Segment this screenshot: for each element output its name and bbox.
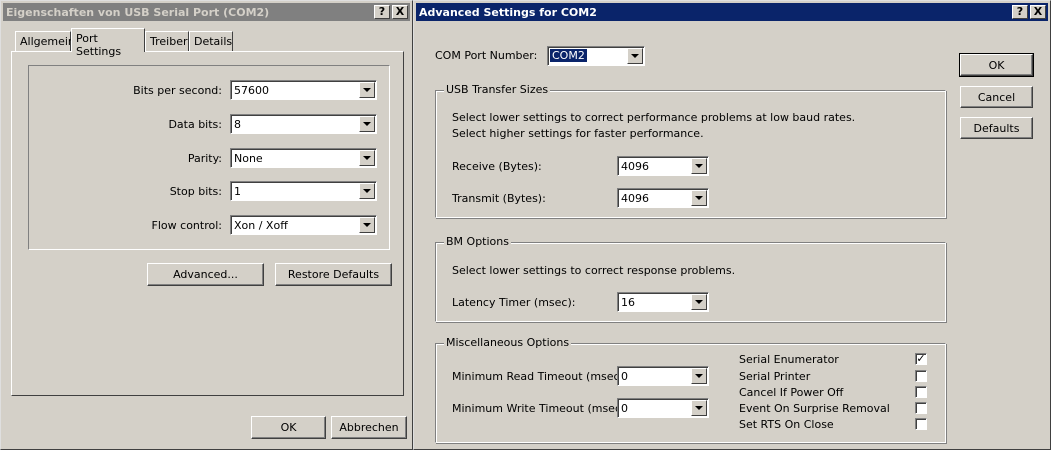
restore-defaults-button[interactable]: Restore Defaults bbox=[275, 263, 392, 286]
read-timeout-value: 0 bbox=[621, 370, 628, 383]
chevron-down-icon[interactable] bbox=[691, 400, 707, 416]
read-timeout-dropdown[interactable]: 0 bbox=[617, 366, 709, 386]
help-button[interactable]: ? bbox=[1012, 5, 1028, 19]
parity-label: Parity: bbox=[187, 152, 222, 165]
cancel-if-power-off-checkbox[interactable] bbox=[915, 386, 927, 398]
tab-details[interactable]: Details bbox=[189, 31, 233, 51]
abbrechen-button[interactable]: Abbrechen bbox=[331, 416, 407, 439]
chevron-down-icon[interactable] bbox=[359, 217, 375, 233]
tab-allgemein[interactable]: Allgemein bbox=[15, 31, 75, 51]
write-timeout-label: Minimum Write Timeout (msec): bbox=[452, 402, 629, 415]
bits-per-second-value: 57600 bbox=[234, 84, 269, 97]
ok-button[interactable]: OK bbox=[251, 416, 326, 439]
latency-value: 16 bbox=[621, 296, 635, 309]
data-bits-label: Data bits: bbox=[168, 118, 222, 131]
misc-options-group: Miscellaneous Options bbox=[435, 336, 946, 443]
data-bits-value: 8 bbox=[234, 118, 241, 131]
receive-dropdown[interactable]: 4096 bbox=[617, 156, 709, 176]
chevron-down-icon[interactable] bbox=[359, 183, 375, 199]
chevron-down-icon[interactable] bbox=[691, 158, 707, 174]
defaults-button[interactable]: Defaults bbox=[960, 117, 1033, 139]
latency-dropdown[interactable]: 16 bbox=[617, 292, 709, 312]
chevron-down-icon[interactable] bbox=[691, 190, 707, 206]
com-port-label: COM Port Number: bbox=[435, 49, 538, 62]
chevron-down-icon[interactable] bbox=[359, 150, 375, 166]
serial-enumerator-label: Serial Enumerator bbox=[739, 353, 839, 366]
advanced-button[interactable]: Advanced... bbox=[147, 263, 264, 286]
set-rts-on-close-checkbox[interactable] bbox=[915, 418, 927, 430]
transmit-label: Transmit (Bytes): bbox=[452, 192, 546, 205]
flow-control-value: Xon / Xoff bbox=[234, 219, 288, 232]
stop-bits-value: 1 bbox=[234, 185, 241, 198]
event-on-surprise-removal-label: Event On Surprise Removal bbox=[739, 402, 890, 415]
port-properties-titlebar[interactable]: Eigenschaften von USB Serial Port (COM2)… bbox=[3, 3, 410, 21]
transmit-dropdown[interactable]: 4096 bbox=[617, 188, 709, 208]
transmit-value: 4096 bbox=[621, 192, 649, 205]
com-port-value: COM2 bbox=[550, 49, 587, 62]
cancel-button[interactable]: Cancel bbox=[960, 86, 1033, 108]
bm-options-group-title: BM Options bbox=[444, 235, 511, 248]
write-timeout-value: 0 bbox=[621, 402, 628, 415]
flow-control-dropdown[interactable]: Xon / Xoff bbox=[230, 215, 377, 235]
help-button[interactable]: ? bbox=[374, 5, 390, 19]
misc-options-group-title: Miscellaneous Options bbox=[444, 336, 572, 349]
set-rts-on-close-label: Set RTS On Close bbox=[739, 418, 834, 431]
read-timeout-label: Minimum Read Timeout (msec): bbox=[452, 370, 628, 383]
chevron-down-icon[interactable] bbox=[691, 368, 707, 384]
serial-enumerator-checkbox[interactable]: ✓ bbox=[915, 353, 927, 365]
write-timeout-dropdown[interactable]: 0 bbox=[617, 398, 709, 418]
flow-control-label: Flow control: bbox=[151, 219, 222, 232]
chevron-down-icon[interactable] bbox=[627, 48, 643, 64]
advanced-settings-window: Advanced Settings for COM2 ? X COM Port … bbox=[413, 0, 1051, 450]
usb-transfer-group-title: USB Transfer Sizes bbox=[444, 83, 551, 96]
chevron-down-icon[interactable] bbox=[359, 82, 375, 98]
ok-button[interactable]: OK bbox=[959, 53, 1034, 77]
usb-desc-2: Select higher settings for faster perfor… bbox=[452, 127, 704, 140]
window-title: Advanced Settings for COM2 bbox=[419, 5, 597, 19]
bits-per-second-label: Bits per second: bbox=[133, 84, 222, 97]
window-title: Eigenschaften von USB Serial Port (COM2) bbox=[6, 5, 270, 19]
bits-per-second-dropdown[interactable]: 57600 bbox=[230, 80, 377, 100]
stop-bits-label: Stop bits: bbox=[169, 185, 222, 198]
receive-value: 4096 bbox=[621, 160, 649, 173]
receive-label: Receive (Bytes): bbox=[452, 160, 542, 173]
close-button[interactable]: X bbox=[392, 5, 408, 19]
event-on-surprise-removal-checkbox[interactable] bbox=[915, 402, 927, 414]
data-bits-dropdown[interactable]: 8 bbox=[230, 114, 377, 134]
advanced-settings-titlebar[interactable]: Advanced Settings for COM2 ? X bbox=[416, 3, 1048, 21]
latency-label: Latency Timer (msec): bbox=[452, 296, 576, 309]
bm-desc: Select lower settings to correct respons… bbox=[452, 264, 736, 277]
port-properties-window: Eigenschaften von USB Serial Port (COM2)… bbox=[0, 0, 413, 450]
com-port-dropdown[interactable]: COM2 bbox=[547, 46, 645, 66]
chevron-down-icon[interactable] bbox=[359, 116, 375, 132]
parity-dropdown[interactable]: None bbox=[230, 148, 377, 168]
cancel-if-power-off-label: Cancel If Power Off bbox=[739, 386, 844, 399]
tab-treiber[interactable]: Treiber bbox=[145, 31, 189, 51]
serial-printer-label: Serial Printer bbox=[739, 370, 811, 383]
serial-printer-checkbox[interactable] bbox=[915, 370, 927, 382]
parity-value: None bbox=[234, 152, 263, 165]
close-button[interactable]: X bbox=[1030, 5, 1046, 19]
chevron-down-icon[interactable] bbox=[691, 294, 707, 310]
stop-bits-dropdown[interactable]: 1 bbox=[230, 181, 377, 201]
tab-port-settings[interactable]: Port Settings bbox=[71, 28, 145, 58]
usb-desc-1: Select lower settings to correct perform… bbox=[452, 111, 856, 124]
